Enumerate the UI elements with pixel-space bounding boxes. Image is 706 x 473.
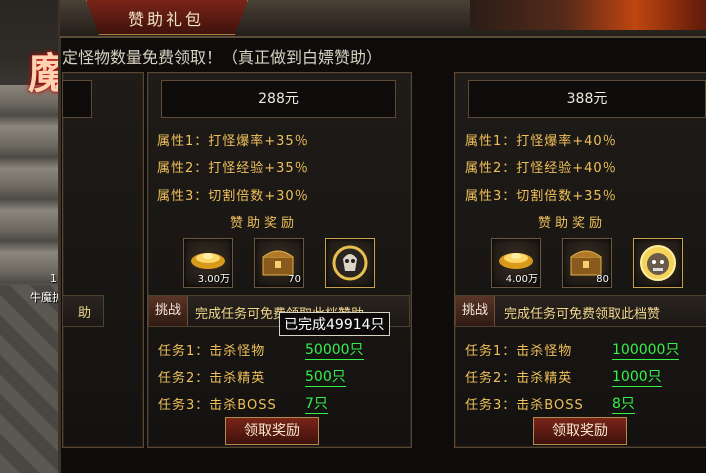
task-target-3[interactable]: 8只: [612, 393, 635, 414]
player-level: 1: [50, 272, 57, 285]
reward-slot-chest[interactable]: 70: [254, 238, 304, 288]
tier-price: 288元: [161, 80, 396, 118]
tier-property-1: 属性1：打怪爆率+35％: [157, 134, 309, 149]
title-bar-ornament: [470, 0, 706, 30]
reward-slot-gold[interactable]: 4.00万: [491, 238, 541, 288]
reward-count: 4.00万: [505, 274, 538, 285]
task-target-1[interactable]: 100000只: [612, 339, 680, 360]
reward-title: 赞助奖励: [230, 216, 299, 231]
reward-slot-chest[interactable]: 80: [562, 238, 612, 288]
task-target-2[interactable]: 1000只: [612, 366, 662, 387]
tier-property-1: 属性1：打怪爆率+40％: [465, 134, 617, 149]
tier-property-3: 属性3：切割倍数+30％: [157, 189, 309, 204]
reward-slot-gold[interactable]: 3.00万: [183, 238, 233, 288]
task-label-2: 任务2：击杀精英: [465, 371, 573, 386]
challenge-bar: 挑战 完成任务可免费领取此档赞: [455, 295, 706, 327]
beast-head-icon: [640, 245, 676, 281]
reward-title: 赞助奖励: [538, 216, 607, 231]
reward-count: 80: [596, 274, 609, 285]
skull-badge-icon: [332, 245, 368, 281]
task-label-1: 任务1：击杀怪物: [158, 344, 266, 359]
reward-slot-badge[interactable]: [325, 238, 375, 288]
price-box-partial: [62, 80, 92, 118]
challenge-button[interactable]: 挑战: [456, 296, 495, 326]
progress-tooltip: 已完成49914只: [279, 312, 390, 336]
window-title: 赞助礼包: [127, 10, 204, 29]
challenge-text: 完成任务可免费领取此档赞: [504, 307, 661, 322]
reward-slot-badge[interactable]: [633, 238, 683, 288]
claim-reward-button[interactable]: 领取奖励: [225, 417, 319, 445]
challenge-button[interactable]: 挑战: [149, 296, 188, 326]
tier-panel-partial: [62, 72, 144, 448]
task-target-2[interactable]: 500只: [305, 366, 346, 387]
task-label-3: 任务3：击杀BOSS: [465, 398, 584, 413]
tier-price: 388元: [468, 80, 706, 118]
notice-text: 定怪物数量免费领取！（真正做到白嫖赞助）: [62, 48, 383, 67]
task-label-2: 任务2：击杀精英: [158, 371, 266, 386]
reward-count: 3.00万: [197, 274, 230, 285]
challenge-text-partial: 助: [78, 306, 92, 321]
tier-property-3: 属性3：切割倍数+35％: [465, 189, 617, 204]
task-target-1[interactable]: 50000只: [305, 339, 364, 360]
reward-count: 70: [288, 274, 301, 285]
task-label-1: 任务1：击杀怪物: [465, 344, 573, 359]
task-target-3[interactable]: 7只: [305, 393, 328, 414]
tier-property-2: 属性2：打怪经验+35％: [157, 161, 309, 176]
claim-reward-button[interactable]: 领取奖励: [533, 417, 627, 445]
task-label-3: 任务3：击杀BOSS: [158, 398, 277, 413]
tier-property-2: 属性2：打怪经验+40％: [465, 161, 617, 176]
stone-pillar: [0, 85, 64, 285]
